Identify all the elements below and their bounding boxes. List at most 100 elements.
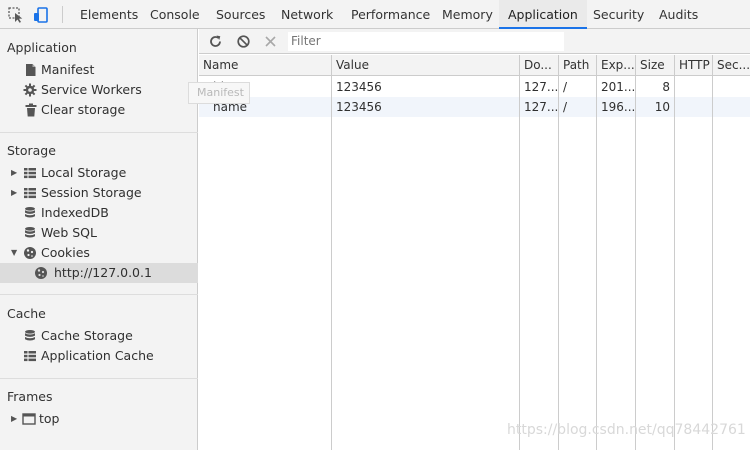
toolbar-separator	[62, 6, 63, 23]
expand-arrow-icon[interactable]: ▶	[11, 183, 17, 203]
database-icon	[23, 329, 37, 343]
grid-icon	[23, 166, 37, 180]
database-icon	[23, 226, 37, 240]
sidebar-item-label: Service Workers	[41, 82, 142, 97]
cell-http	[679, 97, 713, 117]
sidebar-item-cookie-origin[interactable]: http://127.0.0.1	[0, 263, 198, 283]
section-divider	[0, 132, 198, 133]
cookies-toolbar	[199, 29, 750, 54]
column-header-domain[interactable]: Do...	[524, 55, 558, 76]
tab-sources[interactable]: Sources	[216, 0, 265, 29]
cookie-icon	[23, 246, 37, 260]
tab-performance[interactable]: Performance	[351, 0, 430, 29]
tab-memory[interactable]: Memory	[442, 0, 493, 29]
cookie-icon	[34, 266, 48, 280]
cell-path: /	[563, 80, 568, 94]
tab-console[interactable]: Console	[150, 0, 200, 29]
tab-application[interactable]: Application	[499, 0, 587, 29]
table-row[interactable]: id 123456 127... / 201... 8	[199, 77, 750, 97]
sidebar-item-local-storage[interactable]: ▶ Local Storage	[0, 163, 198, 183]
devtools-tab-bar: Elements Console Sources Network Perform…	[0, 0, 750, 29]
sidebar-item-label: http://127.0.0.1	[54, 265, 152, 280]
trash-icon	[24, 103, 38, 117]
inspect-element-icon[interactable]	[7, 6, 25, 24]
tab-network[interactable]: Network	[281, 0, 333, 29]
delete-selected-icon[interactable]	[263, 34, 278, 49]
cell-size: 8	[662, 80, 670, 94]
tab-security[interactable]: Security	[593, 0, 644, 29]
table-row[interactable]: name 123456 127... / 196... 10	[199, 97, 750, 117]
sidebar-item-label: Clear storage	[41, 102, 126, 117]
column-divider[interactable]	[519, 55, 520, 450]
sidebar-item-label: top	[39, 411, 60, 426]
column-divider[interactable]	[712, 55, 713, 450]
column-header-http[interactable]: HTTP	[679, 55, 713, 76]
column-header-secure[interactable]: Sec...	[717, 55, 749, 76]
cookies-table: Name Value Do... Path Exp... Size HTTP S…	[199, 55, 750, 450]
cell-value: 123456	[336, 100, 382, 114]
table-header: Name Value Do... Path Exp... Size HTTP S…	[199, 55, 750, 76]
column-header-path[interactable]: Path	[563, 55, 597, 76]
cell-secure	[717, 97, 749, 117]
section-title-cache: Cache	[7, 306, 46, 321]
cell-expires: 196...	[601, 100, 635, 114]
document-icon	[24, 63, 38, 77]
column-divider[interactable]	[635, 55, 636, 450]
cell-secure	[717, 77, 749, 97]
cell-domain: 127...	[524, 100, 558, 114]
sidebar-item-label: Application Cache	[41, 348, 154, 363]
grid-icon	[23, 349, 37, 363]
cell-value: 123456	[336, 80, 382, 94]
grid-icon	[23, 186, 37, 200]
sidebar-item-cookies[interactable]: ▼ Cookies	[0, 243, 198, 263]
column-header-size[interactable]: Size	[640, 55, 674, 76]
sidebar-item-label: Local Storage	[41, 165, 127, 180]
column-header-expires[interactable]: Exp...	[601, 55, 635, 76]
expand-arrow-icon[interactable]: ▶	[11, 409, 17, 429]
cell-http	[679, 77, 713, 97]
sidebar-item-manifest[interactable]: Manifest	[0, 60, 198, 80]
gear-icon	[23, 83, 37, 97]
sidebar-item-label: Cookies	[41, 245, 90, 260]
device-mode-icon[interactable]	[32, 6, 50, 24]
cell-path: /	[563, 100, 568, 114]
section-title-frames: Frames	[7, 389, 53, 404]
cell-domain: 127...	[524, 80, 558, 94]
sidebar-item-label: Cache Storage	[41, 328, 133, 343]
clear-all-icon[interactable]	[236, 34, 251, 49]
column-divider[interactable]	[596, 55, 597, 450]
section-divider	[0, 294, 198, 295]
section-title-storage: Storage	[7, 143, 56, 158]
watermark: https://blog.csdn.net/qq78442761	[507, 422, 746, 438]
sidebar-item-cache-storage[interactable]: Cache Storage	[0, 326, 198, 346]
sidebar-item-application-cache[interactable]: Application Cache	[0, 346, 198, 366]
column-divider[interactable]	[674, 55, 675, 450]
section-divider	[0, 378, 198, 379]
tab-elements[interactable]: Elements	[80, 0, 138, 29]
database-icon	[23, 206, 37, 220]
refresh-icon[interactable]	[208, 34, 223, 49]
sidebar-item-label: Session Storage	[41, 185, 142, 200]
column-divider[interactable]	[331, 55, 332, 450]
column-header-value[interactable]: Value	[336, 55, 516, 76]
expand-arrow-icon[interactable]: ▶	[11, 163, 17, 183]
sidebar-item-label: Web SQL	[41, 225, 97, 240]
column-divider[interactable]	[558, 55, 559, 450]
application-sidebar: Application Manifest Service Workers Cle…	[0, 29, 198, 450]
filter-input[interactable]	[288, 32, 564, 51]
section-title-application: Application	[7, 40, 77, 55]
sidebar-item-session-storage[interactable]: ▶ Session Storage	[0, 183, 198, 203]
column-header-name[interactable]: Name	[203, 55, 329, 76]
manifest-tooltip: Manifest	[188, 82, 250, 104]
sidebar-item-frame-top[interactable]: ▶ top	[0, 409, 198, 429]
frame-icon	[22, 412, 36, 426]
sidebar-item-label: IndexedDB	[41, 205, 109, 220]
sidebar-item-service-workers[interactable]: Service Workers	[0, 80, 198, 100]
sidebar-item-web-sql[interactable]: Web SQL	[0, 223, 198, 243]
sidebar-item-indexeddb[interactable]: IndexedDB	[0, 203, 198, 223]
cell-size: 10	[654, 100, 670, 114]
sidebar-item-label: Manifest	[41, 62, 95, 77]
tab-audits[interactable]: Audits	[659, 0, 698, 29]
collapse-arrow-icon[interactable]: ▼	[11, 243, 17, 263]
sidebar-item-clear-storage[interactable]: Clear storage	[0, 100, 198, 120]
